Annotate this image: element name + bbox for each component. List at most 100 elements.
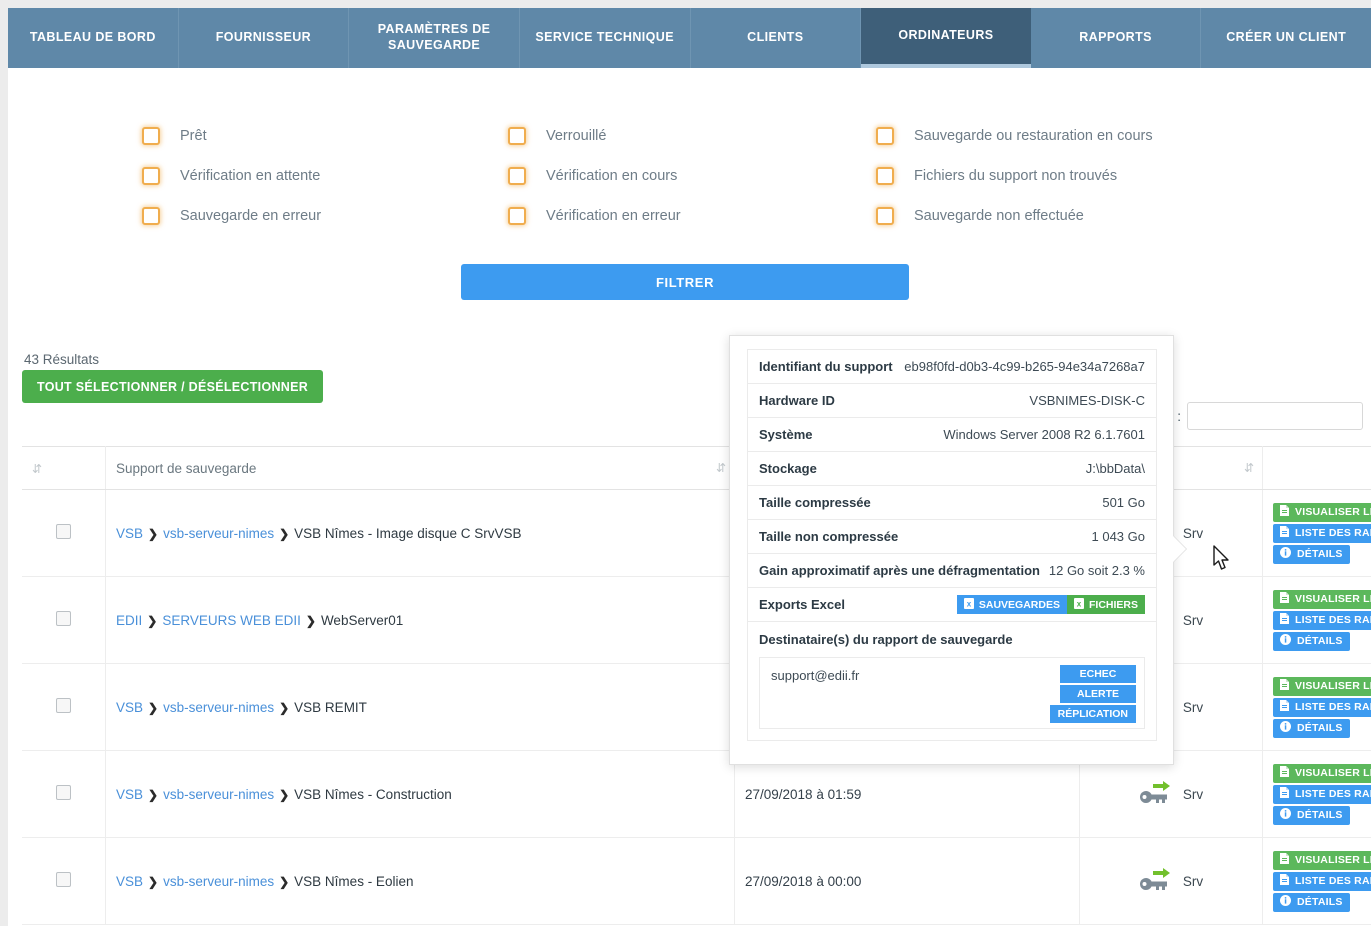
row-checkbox[interactable] (56, 785, 71, 800)
checkbox-verrouille[interactable] (508, 127, 526, 145)
report-list-label: LISTE DES RAPPORTS (1295, 614, 1371, 626)
report-list-label: LISTE DES RAPPORTS (1295, 875, 1371, 887)
filter-option-pret[interactable]: Prêt (142, 116, 321, 156)
popup-value-taille-compressee: 501 Go (1102, 495, 1145, 510)
key-arrow-icon (1139, 867, 1175, 896)
status-label: Srv (1182, 699, 1204, 715)
nav-tab-clients[interactable]: CLIENTS (690, 8, 862, 68)
filter-button[interactable]: FILTRER (461, 264, 909, 300)
popup-row-taille-compressee: Taille compressée 501 Go (748, 486, 1156, 520)
table-row[interactable]: VSB ❯ vsb-serveur-nimes ❯ VSB Nîmes - Eolien… (22, 837, 1371, 925)
checkbox-pret[interactable] (142, 127, 160, 145)
document-icon (1280, 679, 1289, 693)
filter-option-sauvegarde-en-erreur[interactable]: Sauvegarde en erreur (142, 196, 321, 236)
row-select-cell (22, 750, 106, 838)
filter-option-verification-en-attente[interactable]: Vérification en attente (142, 156, 321, 196)
nav-tab-creer-un-client[interactable]: CRÉER UN CLIENT (1201, 8, 1371, 68)
report-list-label: LISTE DES RAPPORTS (1295, 788, 1371, 800)
row-checkbox[interactable] (56, 698, 71, 713)
view-report-button[interactable]: VISUALISER LE RAPPORT (1273, 763, 1371, 783)
report-list-button[interactable]: LISTE DES RAPPORTS (1273, 784, 1371, 804)
breadcrumb-machine[interactable]: vsb-serveur-nimes (163, 700, 274, 715)
search-input[interactable] (1187, 402, 1363, 430)
row-actions-cell: VISUALISER LE RAPPORT LISTE DES RAPPORTS… (1262, 837, 1371, 925)
checkbox-verification-en-attente[interactable] (142, 167, 160, 185)
checkbox-verification-en-erreur[interactable] (508, 207, 526, 225)
breadcrumb-support: VSB Nîmes - Construction (294, 786, 452, 802)
chevron-right-icon: ❯ (148, 526, 159, 541)
export-sauvegardes-button[interactable]: x SAUVEGARDES (956, 595, 1067, 614)
breadcrumb-machine[interactable]: vsb-serveur-nimes (163, 787, 274, 802)
report-list-button[interactable]: LISTE DES RAPPORTS (1273, 697, 1371, 717)
checkbox-sauvegarde-ou-restauration-en-cours[interactable] (876, 127, 894, 145)
popup-key-identifiant: Identifiant du support (759, 359, 893, 374)
popup-row-destinataires: Destinataire(s) du rapport de sauvegarde… (748, 622, 1156, 740)
filter-option-fichiers-du-support-non-trouves[interactable]: Fichiers du support non trouvés (876, 156, 1153, 196)
sort-icon-select[interactable]: ⇵ (32, 462, 42, 476)
breadcrumb-client[interactable]: VSB (116, 526, 143, 541)
filter-option-verrouille[interactable]: Verrouillé (508, 116, 681, 156)
row-actions-cell: VISUALISER LE RAPPORT LISTE DES RAPPORTS… (1262, 576, 1371, 664)
breadcrumb-machine[interactable]: SERVEURS WEB EDII (162, 613, 301, 628)
select-all-button[interactable]: TOUT SÉLECTIONNER / DÉSÉLECTIONNER (22, 370, 324, 403)
report-list-button[interactable]: LISTE DES RAPPORTS (1273, 610, 1371, 630)
export-fichiers-label: FICHIERS (1088, 598, 1138, 611)
checkbox-verification-en-cours[interactable] (508, 167, 526, 185)
tag-echec[interactable]: ECHEC (1060, 665, 1136, 683)
checkbox-sauvegarde-en-erreur[interactable] (142, 207, 160, 225)
breadcrumb-support: VSB Nîmes - Eolien (294, 873, 414, 889)
nav-tab-parametres-de-sauvegarde[interactable]: PARAMÈTRES DE SAUVEGARDE (349, 8, 520, 68)
row-support-cell: VSB ❯ vsb-serveur-nimes ❯ VSB Nîmes - Image … (105, 489, 735, 577)
document-icon (1280, 853, 1289, 867)
tag-alerte[interactable]: ALERTE (1060, 685, 1136, 703)
view-report-button[interactable]: VISUALISER LE RAPPORT (1273, 676, 1371, 696)
view-report-label: VISUALISER LE RAPPORT (1295, 854, 1371, 866)
info-icon (1280, 721, 1291, 735)
details-button[interactable]: DÉTAILS (1273, 892, 1350, 912)
breadcrumb-client[interactable]: VSB (116, 700, 143, 715)
breadcrumb-machine[interactable]: vsb-serveur-nimes (163, 874, 274, 889)
details-button[interactable]: DÉTAILS (1273, 544, 1350, 564)
filter-option-verification-en-erreur[interactable]: Vérification en erreur (508, 196, 681, 236)
breadcrumb-client[interactable]: VSB (116, 874, 143, 889)
checkbox-fichiers-du-support-non-trouves[interactable] (876, 167, 894, 185)
popup-row-identifiant: Identifiant du support eb98f0fd-d0b3-4c9… (748, 350, 1156, 384)
breadcrumb-support: WebServer01 (320, 612, 404, 628)
popup-key-exports-excel: Exports Excel (759, 597, 845, 612)
row-support-cell: EDII ❯ SERVEURS WEB EDII ❯ WebServer01 (105, 576, 735, 664)
row-checkbox[interactable] (56, 872, 71, 887)
info-icon (1280, 634, 1291, 648)
filter-option-sauvegarde-ou-restauration-en-cours[interactable]: Sauvegarde ou restauration en cours (876, 116, 1153, 156)
filter-option-sauvegarde-non-effectuee[interactable]: Sauvegarde non effectuée (876, 196, 1153, 236)
nav-tab-rapports[interactable]: RAPPORTS (1030, 8, 1202, 68)
filter-option-verification-en-cours[interactable]: Vérification en cours (508, 156, 681, 196)
report-list-button[interactable]: LISTE DES RAPPORTS (1273, 871, 1371, 891)
nav-tab-fournisseur[interactable]: FOURNISSEUR (178, 8, 350, 68)
details-button[interactable]: DÉTAILS (1273, 805, 1350, 825)
nav-tab-ordinateurs[interactable]: ORDINATEURS (861, 8, 1031, 68)
sort-icon-support[interactable]: ⇵ (716, 461, 726, 475)
row-checkbox[interactable] (56, 611, 71, 626)
nav-tab-service-technique[interactable]: SERVICE TECHNIQUE (519, 8, 691, 68)
row-checkbox[interactable] (56, 524, 71, 539)
report-list-button[interactable]: LISTE DES RAPPORTS (1273, 523, 1371, 543)
popup-key-systeme: Système (759, 427, 813, 442)
sort-icon-status[interactable]: ⇵ (1244, 461, 1254, 475)
details-button[interactable]: DÉTAILS (1273, 718, 1350, 738)
nav-tab-tableau-de-bord[interactable]: TABLEAU DE BORD (8, 8, 179, 68)
breadcrumb-machine[interactable]: vsb-serveur-nimes (163, 526, 274, 541)
row-support-cell: VSB ❯ vsb-serveur-nimes ❯ VSB Nîmes - Eolien (105, 837, 735, 925)
details-button[interactable]: DÉTAILS (1273, 631, 1350, 651)
breadcrumb-client[interactable]: VSB (116, 787, 143, 802)
view-report-button[interactable]: VISUALISER LE RAPPORT (1273, 850, 1371, 870)
checkbox-sauvegarde-non-effectuee[interactable] (876, 207, 894, 225)
row-support-cell: VSB ❯ vsb-serveur-nimes ❯ VSB Nîmes - Constr… (105, 750, 735, 838)
view-report-button[interactable]: VISUALISER LE RAPPORT (1273, 589, 1371, 609)
export-fichiers-button[interactable]: x FICHIERS (1066, 595, 1145, 614)
view-report-button[interactable]: VISUALISER LE RAPPORT (1273, 502, 1371, 522)
row-actions-cell: VISUALISER LE RAPPORT LISTE DES RAPPORTS… (1262, 663, 1371, 751)
breadcrumb-client[interactable]: EDII (116, 613, 142, 628)
row-support-cell: VSB ❯ vsb-serveur-nimes ❯ VSB REMIT (105, 663, 735, 751)
breadcrumb-support: VSB Nîmes - Image disque C SrvVSB (294, 525, 522, 541)
tag-replication[interactable]: RÉPLICATION (1049, 705, 1136, 723)
